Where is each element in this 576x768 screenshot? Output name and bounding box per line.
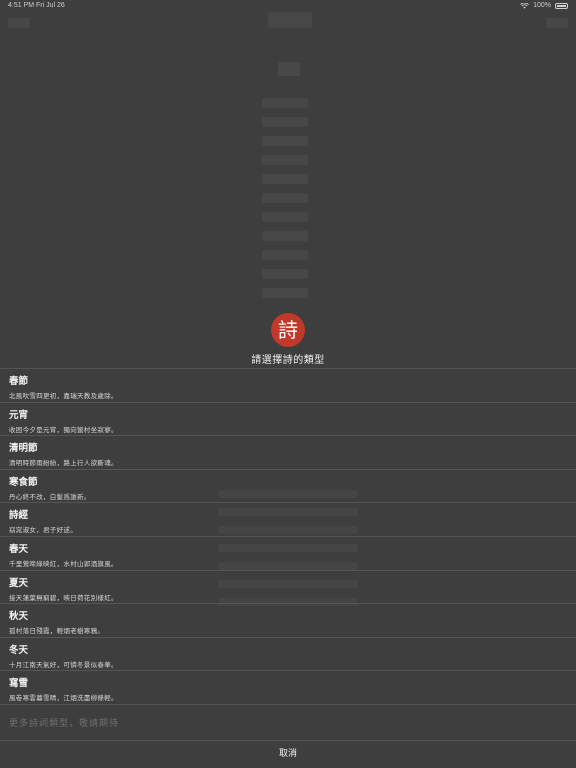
option-desc: 丹心終不改，白髮爲誰新。 [9, 492, 91, 501]
poem-heading [278, 62, 300, 76]
poem-line [262, 231, 308, 241]
status-time: 4:51 PM [8, 2, 35, 9]
poem-line [262, 136, 308, 146]
poem-type-option[interactable]: 詩經 窈窕淑女，君子好逑。 [0, 502, 576, 536]
poem-line [262, 155, 308, 165]
poem-line [262, 174, 308, 184]
wifi-icon [520, 2, 529, 9]
poem-line [262, 193, 308, 203]
option-name: 元宵 [9, 409, 29, 421]
option-desc: 窈窕淑女，君子好逑。 [9, 526, 77, 535]
poem-line [262, 250, 308, 260]
option-name: 詩經 [9, 510, 29, 522]
option-desc: 收困今夕是元宵，獨向蠻村坐寂寥。 [9, 425, 118, 434]
battery-percent: 100% [533, 2, 551, 9]
poem-type-option[interactable]: 寒食節 丹心終不改，白髮爲誰新。 [0, 468, 576, 503]
option-desc: 清明時節雨紛紛，路上行人欲斷魂。 [9, 459, 118, 468]
cancel-button[interactable]: 取消 [0, 740, 576, 768]
option-desc: 北風吹雪四更初，嘉瑞天教及歲除。 [9, 392, 118, 400]
option-name: 寫雪 [9, 678, 29, 690]
more-types-placeholder: 更多詩詞類型，敬請期待 [0, 704, 576, 740]
option-name: 清明節 [9, 443, 38, 455]
nav-right-button [546, 18, 568, 28]
more-types-label: 更多詩詞類型，敬請期待 [9, 719, 120, 729]
cancel-label: 取消 [278, 749, 297, 759]
poem-line [262, 98, 308, 108]
sheet-title: 請選擇詩的類型 [251, 355, 325, 366]
poem-line [262, 212, 308, 222]
status-right: 100% [520, 2, 568, 9]
nav-title [268, 12, 312, 28]
option-name: 寒食節 [9, 476, 38, 488]
poem-type-option[interactable]: 秋天 孤村落日殘霞，輕烟老樹寒鴉。 [0, 603, 576, 637]
option-name: 秋天 [9, 611, 29, 623]
status-date: Fri Jul 26 [36, 2, 65, 9]
option-desc: 孤村落日殘霞，輕烟老樹寒鴉。 [9, 627, 105, 636]
status-bar: 4:51 PM Fri Jul 26 100% [0, 0, 576, 12]
poem-type-option[interactable]: 夏天 接天蓮葉無窮碧，映日荷花別樣紅。 [0, 569, 576, 604]
poem-type-option[interactable]: 寫雪 風卷寒雲暮雪晴，江烟洗盡柳條輕。 [0, 670, 576, 704]
option-desc: 風卷寒雲暮雪晴，江烟洗盡柳條輕。 [9, 694, 118, 703]
option-name: 春天 [9, 543, 29, 555]
poem-type-option[interactable]: 冬天 十月江南天氣好，可憐冬景似春華。 [0, 636, 576, 671]
poem-type-option[interactable]: 春天 千里鶯啼綠映紅，水村山郭酒旗風。 [0, 535, 576, 570]
option-name: 冬天 [9, 644, 29, 656]
poem-logo-icon: 詩 [271, 313, 305, 347]
poem-type-option[interactable]: 清明節 清明時節雨紛紛，路上行人欲斷魂。 [0, 435, 576, 469]
option-desc: 千里鶯啼綠映紅，水村山郭酒旗風。 [9, 559, 118, 568]
poem-line [262, 288, 308, 298]
battery-icon [555, 2, 568, 9]
option-desc: 接天蓮葉無窮碧，映日荷花別樣紅。 [9, 593, 118, 602]
poem-type-option[interactable]: 春節 北風吹雪四更初，嘉瑞天教及歲除。 [0, 368, 576, 402]
poem-line [262, 269, 308, 279]
poem-line [262, 117, 308, 127]
option-name: 春節 [9, 376, 29, 387]
option-name: 夏天 [9, 577, 29, 589]
poem-type-list: 春節 北風吹雪四更初，嘉瑞天教及歲除。 元宵 收困今夕是元宵，獨向蠻村坐寂寥。 … [0, 368, 576, 704]
back-button [8, 18, 30, 28]
poem-type-option[interactable]: 元宵 收困今夕是元宵，獨向蠻村坐寂寥。 [0, 401, 576, 436]
option-desc: 十月江南天氣好，可憐冬景似春華。 [9, 660, 118, 669]
